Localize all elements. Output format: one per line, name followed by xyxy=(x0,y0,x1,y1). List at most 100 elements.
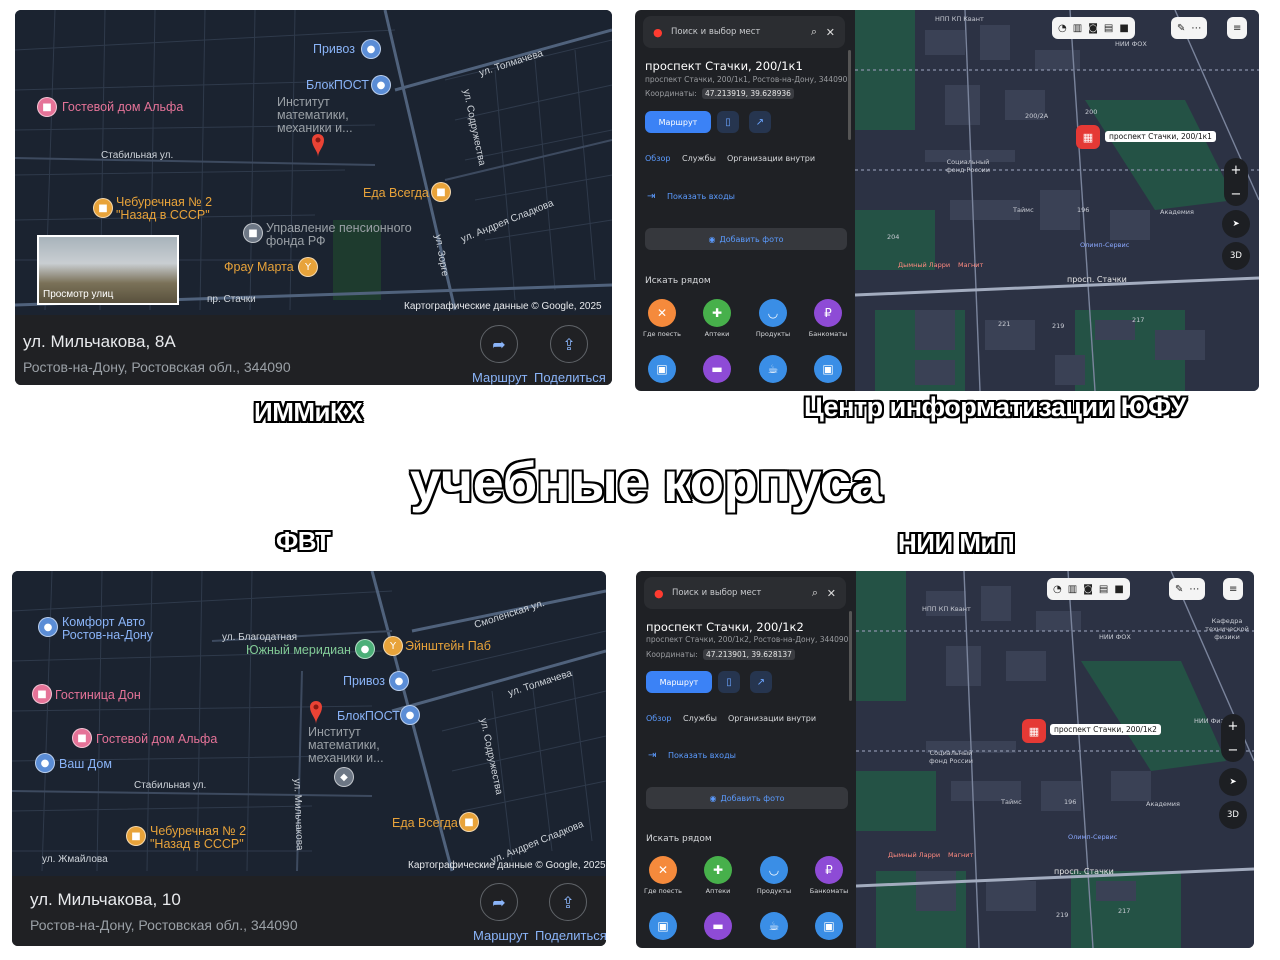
map-tools-toolbar[interactable]: ✎ ⋯ xyxy=(1171,17,1208,39)
atm-icon[interactable]: ₽ xyxy=(815,856,843,884)
square-icon[interactable]: ■ xyxy=(1119,23,1128,34)
category-label[interactable]: Где поесть xyxy=(636,887,691,895)
close-icon[interactable]: ✕ xyxy=(826,26,835,39)
mall-icon[interactable]: ▣ xyxy=(814,355,842,383)
camera-icon[interactable]: ◙ xyxy=(1088,23,1098,34)
search-input[interactable]: ● Поиск и выбор мест ⌕ ✕ xyxy=(644,577,846,609)
poi-frau[interactable]: Фрау Марта xyxy=(224,261,294,274)
shop-icon[interactable]: ● xyxy=(371,75,391,95)
search-icon[interactable]: ⌕ xyxy=(812,586,818,600)
mall-icon[interactable]: ▣ xyxy=(815,912,843,940)
category-label[interactable]: Банкоматы xyxy=(801,887,857,895)
school-icon[interactable]: ◆ xyxy=(334,767,354,787)
panorama-icon[interactable]: ▥ xyxy=(1068,584,1077,595)
food-icon[interactable]: ■ xyxy=(93,198,113,218)
map-layers-toolbar[interactable]: ◔ ▥ ◙ ▤ ■ xyxy=(1052,17,1135,39)
show-entrances-link[interactable]: Показать входы xyxy=(668,751,736,760)
share-label[interactable]: Поделиться xyxy=(534,370,606,385)
map-layers-toolbar[interactable]: ◔ ▥ ◙ ▤ ■ xyxy=(1047,578,1130,600)
tab-organizations[interactable]: Организации внутри xyxy=(728,714,816,723)
directions-button[interactable]: ➦ xyxy=(480,325,518,363)
food-icon[interactable]: ✕ xyxy=(649,856,677,884)
poi-guesthouse[interactable]: Гостевой дом Альфа xyxy=(62,101,183,114)
close-icon[interactable]: ✕ xyxy=(827,587,836,600)
poi-cheburechnaya[interactable]: Чебуречная № 2 "Назад в СССР" xyxy=(150,825,255,851)
menu-button[interactable]: ≡ xyxy=(1227,17,1248,39)
street-view-thumbnail[interactable]: Просмотр улиц xyxy=(37,235,179,305)
zoom-control[interactable]: + − xyxy=(1221,714,1245,762)
more-icon[interactable]: ⋯ xyxy=(1191,23,1201,34)
3d-button[interactable]: 3D xyxy=(1219,801,1247,829)
poi-institute[interactable]: Институт математики, механики и... xyxy=(277,96,359,135)
square-icon[interactable]: ■ xyxy=(1114,584,1123,595)
show-entrances-link[interactable]: Показать входы xyxy=(667,192,735,201)
shop-icon[interactable]: ▣ xyxy=(649,912,677,940)
ruler-icon[interactable]: ✎ xyxy=(1177,23,1185,34)
shop-icon[interactable]: ● xyxy=(389,671,409,691)
shop-icon[interactable]: ▣ xyxy=(648,355,676,383)
zoom-out-icon[interactable]: − xyxy=(1228,743,1239,758)
coordinates-value[interactable]: 47.213901, 39.628137 xyxy=(703,649,795,660)
atm-icon[interactable]: ₽ xyxy=(814,299,842,327)
zoom-in-icon[interactable]: + xyxy=(1228,719,1239,734)
building-pin-icon[interactable]: ▦ xyxy=(1076,125,1100,149)
zoom-control[interactable]: + − xyxy=(1224,158,1248,206)
grocery-icon[interactable]: ◡ xyxy=(759,299,787,327)
cafe-icon[interactable]: ☕ xyxy=(760,912,788,940)
shop-icon[interactable]: ● xyxy=(38,617,58,637)
poi-blokpost[interactable]: БлокПОСТ xyxy=(306,79,369,92)
food-icon[interactable]: ✕ xyxy=(648,299,676,327)
zoom-out-icon[interactable]: − xyxy=(1231,187,1242,202)
food-icon[interactable]: ■ xyxy=(126,826,146,846)
sidebar-scrollbar[interactable] xyxy=(849,611,852,701)
poi-einstein[interactable]: Эйнштейн Паб xyxy=(405,640,491,653)
add-photo-button[interactable]: ◉ Добавить фото xyxy=(646,787,848,809)
bus-icon[interactable]: ▤ xyxy=(1099,584,1108,595)
zoom-in-icon[interactable]: + xyxy=(1231,163,1242,178)
hotel-icon[interactable]: ▬ xyxy=(703,355,731,383)
park-icon[interactable]: ● xyxy=(355,639,375,659)
poi-hotel-don[interactable]: Гостиница Дон xyxy=(55,689,141,702)
pin-label[interactable]: проспект Стачки, 200/1к2 xyxy=(1050,724,1161,735)
tab-services[interactable]: Службы xyxy=(682,154,716,163)
poi-guesthouse[interactable]: Гостевой дом Альфа xyxy=(96,733,217,746)
directions-button[interactable]: ➦ xyxy=(480,883,518,921)
hotel-icon[interactable]: ▬ xyxy=(704,912,732,940)
directions-label[interactable]: Маршрут xyxy=(473,928,528,943)
search-input[interactable]: ● Поиск и выбор мест ⌕ ✕ xyxy=(643,16,845,48)
share-button[interactable]: ↗ xyxy=(750,671,772,693)
food-icon[interactable]: ■ xyxy=(459,812,479,832)
ruler-icon[interactable]: ✎ xyxy=(1175,584,1183,595)
food-icon[interactable]: ■ xyxy=(431,182,451,202)
poi-pension[interactable]: Управление пенсионного фонда РФ xyxy=(266,222,416,248)
cafe-icon[interactable]: ☕ xyxy=(759,355,787,383)
building-pin-icon[interactable]: ▦ xyxy=(1022,719,1046,743)
category-label[interactable]: Продукты xyxy=(745,330,801,338)
tab-overview[interactable]: Обзор xyxy=(645,154,670,163)
map-tools-toolbar[interactable]: ✎ ⋯ xyxy=(1169,578,1206,600)
hotel-icon[interactable]: ■ xyxy=(32,684,52,704)
share-button[interactable]: ⇪ xyxy=(550,325,588,363)
poi-vash-dom[interactable]: Ваш Дом xyxy=(59,758,112,771)
bar-icon[interactable]: Y xyxy=(383,636,403,656)
menu-button[interactable]: ≡ xyxy=(1223,578,1244,600)
map-canvas[interactable]: ▦ проспект Стачки, 200/1к2 НПП КП Квант … xyxy=(856,571,1254,948)
locate-button[interactable]: ➤ xyxy=(1219,768,1247,796)
grocery-icon[interactable]: ◡ xyxy=(760,856,788,884)
route-button[interactable]: Маршрут xyxy=(645,111,711,133)
poi-eda[interactable]: Еда Всегда xyxy=(392,817,458,830)
coordinates-value[interactable]: 47.213919, 39.628936 xyxy=(702,88,794,99)
bookmark-button[interactable]: ▯ xyxy=(717,111,739,133)
shop-icon[interactable]: ● xyxy=(361,39,381,59)
search-icon[interactable]: ⌕ xyxy=(811,25,817,39)
pharmacy-icon[interactable]: ✚ xyxy=(703,299,731,327)
hotel-icon[interactable]: ■ xyxy=(37,97,57,117)
category-label[interactable]: Где поесть xyxy=(635,330,690,338)
camera-icon[interactable]: ◙ xyxy=(1083,584,1093,595)
pharmacy-icon[interactable]: ✚ xyxy=(704,856,732,884)
layers-icon[interactable]: ◔ xyxy=(1053,584,1062,595)
route-button[interactable]: Маршрут xyxy=(646,671,712,693)
category-label[interactable]: Продукты xyxy=(746,887,802,895)
share-button[interactable]: ↗ xyxy=(749,111,771,133)
add-photo-button[interactable]: ◉ Добавить фото xyxy=(645,228,847,250)
